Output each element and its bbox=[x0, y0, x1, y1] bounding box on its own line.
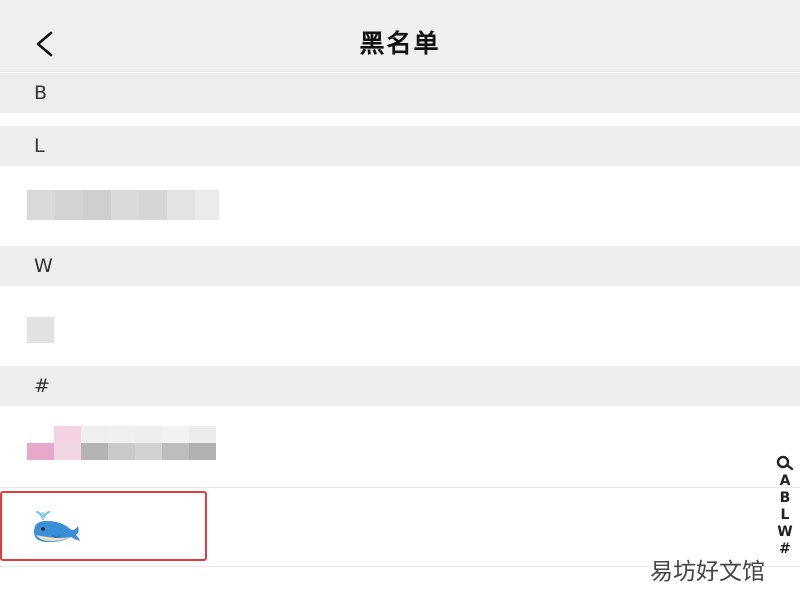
index-letter-b[interactable]: B bbox=[780, 490, 791, 507]
section-letter: # bbox=[34, 375, 50, 397]
section-header-w: W bbox=[0, 246, 800, 286]
section-letter: B bbox=[34, 82, 48, 104]
index-letter-w[interactable]: W bbox=[777, 524, 792, 541]
search-icon[interactable] bbox=[775, 455, 795, 471]
list-item[interactable] bbox=[0, 286, 800, 366]
section-header-b: B bbox=[0, 73, 800, 113]
section-gap bbox=[0, 113, 800, 125]
section-letter: W bbox=[34, 255, 53, 277]
alphabet-index[interactable]: A B L W # bbox=[770, 455, 800, 558]
page-title: 黑名单 bbox=[359, 29, 441, 58]
list-item[interactable] bbox=[0, 406, 800, 486]
watermark-text: 易坊好文馆 bbox=[650, 559, 765, 585]
blurred-contact-name bbox=[27, 317, 54, 343]
section-header-l: L bbox=[0, 126, 800, 166]
index-letter-a[interactable]: A bbox=[780, 473, 791, 490]
section-header-hash: # bbox=[0, 366, 800, 406]
nav-bar: 黑名单 bbox=[0, 0, 800, 72]
whale-emoji-icon[interactable] bbox=[30, 510, 82, 544]
section-letter: L bbox=[34, 135, 45, 157]
list-item[interactable] bbox=[0, 166, 800, 246]
blurred-contact-name bbox=[27, 190, 219, 220]
index-letter-hash[interactable]: # bbox=[779, 541, 791, 558]
index-letter-l[interactable]: L bbox=[781, 507, 790, 524]
blurred-contact-name bbox=[27, 426, 216, 460]
